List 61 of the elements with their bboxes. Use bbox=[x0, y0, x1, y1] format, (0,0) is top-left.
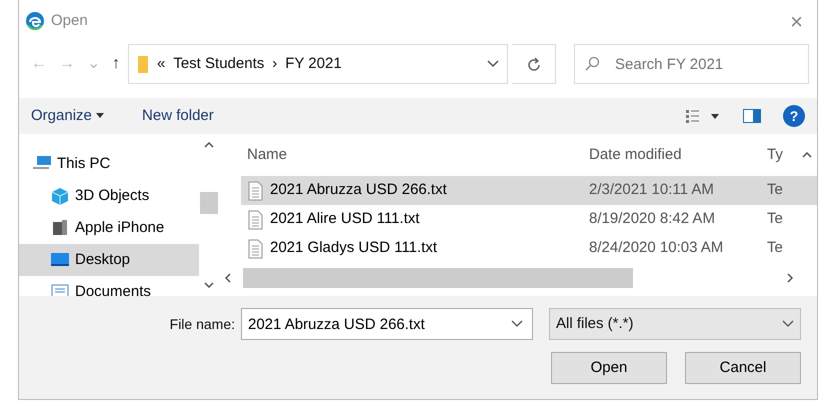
file-name: 2021 Alire USD 111.txt bbox=[270, 209, 420, 230]
file-name: 2021 Abruzza USD 266.txt bbox=[270, 180, 447, 200]
search-icon bbox=[584, 56, 600, 72]
scroll-left-icon bbox=[225, 273, 231, 283]
cancel-button[interactable]: Cancel bbox=[685, 352, 801, 384]
new-folder-button[interactable]: New folder bbox=[142, 104, 214, 128]
sidebar-item[interactable]: Documents bbox=[19, 276, 199, 296]
column-header[interactable]: Name bbox=[241, 144, 589, 166]
up-button[interactable]: ↑ bbox=[108, 52, 124, 76]
browser-logo-icon bbox=[25, 11, 45, 31]
file-row[interactable]: 2021 Abruzza USD 266.txt 2/3/2021 10:11 AM Te bbox=[241, 176, 817, 205]
type-cell-text: Te bbox=[767, 238, 784, 258]
open-button[interactable]: Open bbox=[551, 352, 667, 384]
folder-icon bbox=[137, 53, 149, 75]
refresh-icon bbox=[526, 56, 542, 73]
window-title: Open bbox=[51, 10, 88, 31]
close-button[interactable]: × bbox=[782, 4, 811, 38]
desktop-icon bbox=[51, 251, 69, 269]
file-type-dropdown[interactable]: All files (*.*) bbox=[549, 308, 801, 340]
scroll-up-icon bbox=[204, 142, 214, 148]
column-header[interactable]: Date modified bbox=[589, 144, 767, 166]
breadcrumb-item[interactable]: FY 2021 bbox=[285, 52, 342, 76]
scroll-down-icon bbox=[204, 282, 214, 288]
search-field[interactable]: Search FY 2021 bbox=[574, 44, 809, 84]
text-file-icon bbox=[247, 238, 264, 258]
file-name-label: File name: bbox=[170, 314, 235, 334]
type-cell-text: Te bbox=[767, 180, 784, 200]
sidebar-item[interactable]: Apple iPhone bbox=[19, 212, 199, 244]
view-options-icon bbox=[685, 108, 721, 124]
scrollbar-thumb[interactable] bbox=[243, 268, 633, 288]
breadcrumb-item[interactable]: Test Students bbox=[173, 52, 264, 76]
sidebar-item[interactable]: 3D Objects bbox=[19, 180, 199, 212]
file-name-field[interactable]: 2021 Abruzza USD 266.txt bbox=[241, 308, 533, 340]
separator-chevron: › bbox=[272, 54, 278, 74]
date-cell-text: 8/24/2020 10:03 AM bbox=[589, 238, 724, 258]
file-row[interactable]: 2021 Alire USD 111.txt 8/19/2020 8:42 AM Te bbox=[241, 205, 817, 234]
type-cell-text: Te bbox=[767, 209, 784, 230]
help-button[interactable]: ? bbox=[783, 105, 805, 127]
text-file-icon bbox=[247, 180, 264, 200]
sidebar-item[interactable]: This PC bbox=[19, 148, 199, 180]
organize-button[interactable]: Organize bbox=[31, 104, 104, 128]
chevron-down-icon bbox=[487, 60, 499, 68]
sidebar-item[interactable]: Desktop bbox=[19, 244, 199, 276]
date-cell-text: 2/3/2021 10:11 AM bbox=[589, 180, 715, 200]
overflow-chevron[interactable]: « bbox=[157, 52, 166, 76]
file-name: 2021 Gladys USD 111.txt bbox=[270, 238, 438, 258]
preview-pane-icon bbox=[743, 109, 761, 123]
phone-icon bbox=[51, 219, 69, 237]
chevron-down-icon bbox=[511, 320, 523, 328]
column-header[interactable]: Ty bbox=[767, 144, 787, 166]
address-bar[interactable]: « Test Students › FY 2021 bbox=[128, 44, 508, 84]
chevron-down-icon bbox=[782, 320, 794, 328]
scroll-right-icon bbox=[787, 273, 793, 283]
scroll-up-icon bbox=[802, 152, 812, 158]
text-file-icon bbox=[247, 210, 264, 230]
date-cell-text: 8/19/2020 8:42 AM bbox=[589, 209, 716, 230]
cube-icon bbox=[51, 187, 69, 205]
file-row[interactable]: 2021 Gladys USD 111.txt 8/24/2020 10:03 AM Te bbox=[241, 234, 817, 263]
refresh-button[interactable] bbox=[512, 44, 556, 84]
scrollbar-thumb[interactable] bbox=[200, 192, 218, 214]
caret-icon bbox=[96, 113, 104, 118]
